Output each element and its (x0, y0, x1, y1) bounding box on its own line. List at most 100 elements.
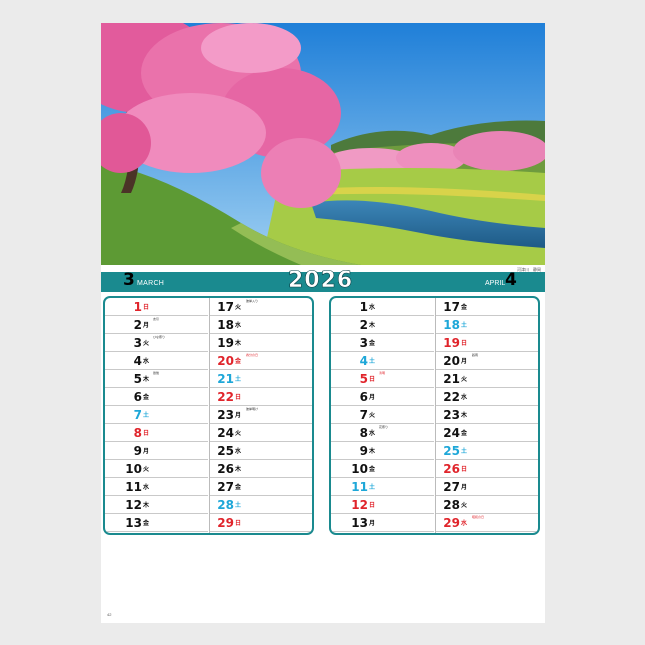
calendar-sheet: 河津川 静岡 3 MARCH 2026 APRIL 4 1 日 2 月友引 3 火ひな祭り… (101, 23, 545, 623)
day-row: 28 土 (210, 496, 312, 514)
march-days-1-16: 1日2月友引3火ひな祭り4水5木啓蟄6金7土8日9月10火11水12木13金14… (105, 298, 208, 533)
day-number: 21 (217, 372, 234, 386)
weekday-label: 月 (369, 521, 376, 527)
day-row: 28 火 (436, 496, 538, 514)
weekday-label: 日 (461, 467, 468, 473)
day-number: 19 (443, 336, 460, 350)
day-row: 8 水花祭り (331, 424, 434, 442)
day-number: 1 (133, 300, 142, 314)
day-number: 10 (125, 462, 142, 476)
weekday-label: 木 (143, 503, 150, 509)
weekday-label: 火 (461, 377, 468, 383)
day-row: 3 火ひな祭り (105, 334, 208, 352)
day-number: 3 (359, 336, 368, 350)
weekday-label: 水 (461, 395, 468, 401)
day-row: 11 水 (105, 478, 208, 496)
day-number: 4 (359, 354, 368, 368)
weekday-label: 金 (369, 467, 376, 473)
weekday-label: 日 (143, 305, 150, 311)
day-row: 27 金 (210, 478, 312, 496)
weekday-label: 土 (461, 323, 468, 329)
day-row: 6月 (331, 388, 434, 406)
weekday-label: 日 (143, 431, 150, 437)
day-note: 彼岸入り (246, 299, 259, 303)
weekday-label: 月 (461, 485, 468, 491)
day-note: 春分の日 (246, 353, 259, 357)
april-days-1-16: 1水2木3金4土5日清明6月7火8水花祭り9木10金11土12日13月14火15… (331, 298, 434, 533)
day-number: 19 (217, 336, 234, 350)
day-row: 29 日 (210, 514, 312, 532)
day-number: 17 (217, 300, 234, 314)
day-number: 12 (125, 498, 142, 512)
weekday-label: 月 (235, 413, 242, 419)
day-row: 27 月 (436, 478, 538, 496)
day-number: 2 (133, 318, 142, 332)
page-number: 42 (107, 612, 112, 617)
day-row: 1日 (105, 298, 208, 316)
day-number: 27 (443, 480, 460, 494)
day-row: 2木 (331, 316, 434, 334)
weekday-label: 金 (461, 431, 468, 437)
weekday-label: 土 (369, 485, 376, 491)
march-calendar: 1日2月友引3火ひな祭り4水5木啓蟄6金7土8日9月10火11水12木13金14… (103, 296, 314, 535)
weekday-label: 日 (235, 521, 242, 527)
day-note: 彼岸明け (246, 407, 259, 411)
day-note: 穀雨 (472, 353, 479, 357)
day-note: ひな祭り (153, 335, 166, 339)
day-row: 5 日清明 (331, 370, 434, 388)
day-number: 8 (359, 426, 368, 440)
day-number: 28 (443, 498, 460, 512)
day-row: 1水 (331, 298, 434, 316)
weekday-label: 木 (235, 341, 242, 347)
day-row: 20 金春分の日 (210, 352, 312, 370)
weekday-label: 水 (235, 323, 242, 329)
day-row: 18 土 (436, 316, 538, 334)
weekday-label: 日 (461, 341, 468, 347)
weekday-label: 金 (143, 521, 150, 527)
day-number: 24 (443, 426, 460, 440)
day-number: 6 (359, 390, 368, 404)
day-row: 9木 (331, 442, 434, 460)
day-row: 17 金 (436, 298, 538, 316)
weekday-label: 水 (235, 449, 242, 455)
weekday-label: 水 (143, 485, 150, 491)
weekday-label: 土 (143, 413, 150, 419)
day-number: 9 (133, 444, 142, 458)
april-label: APRIL (485, 280, 506, 287)
day-number: 26 (217, 462, 234, 476)
day-row: 12 日 (331, 496, 434, 514)
day-row: 21 土 (210, 370, 312, 388)
day-row: 8日 (105, 424, 208, 442)
day-number: 14 (346, 534, 368, 535)
day-number: 11 (125, 480, 142, 494)
day-number: 18 (217, 318, 234, 332)
day-row: 11 土 (331, 478, 434, 496)
day-number: 30 (438, 534, 460, 535)
weekday-label: 火 (369, 413, 376, 419)
weekday-label: 金 (143, 395, 150, 401)
weekday-label: 土 (235, 503, 242, 509)
day-row: 22 水 (436, 388, 538, 406)
day-number: 13 (125, 516, 142, 530)
day-row: 5 木啓蟄 (105, 370, 208, 388)
day-number: 23 (217, 408, 234, 422)
weekday-label: 金 (369, 341, 376, 347)
day-row: 14火 (331, 532, 434, 535)
weekday-label: 金 (235, 485, 242, 491)
day-number: 13 (351, 516, 368, 530)
day-number: 9 (359, 444, 368, 458)
day-note: 清明 (379, 371, 386, 375)
day-row: 13 月 (331, 514, 434, 532)
weekday-label: 火 (143, 341, 150, 347)
day-number: 17 (443, 300, 460, 314)
weekday-label: 火 (143, 467, 150, 473)
weekday-label: 水 (461, 521, 468, 527)
april-calendar: 1水2木3金4土5日清明6月7火8水花祭り9木10金11土12日13月14火15… (329, 296, 540, 535)
march-label: MARCH (137, 280, 165, 287)
day-number: 20 (443, 354, 460, 368)
day-row: 24 火 (210, 424, 312, 442)
cherry-blossom-photo (101, 23, 545, 265)
day-row: 4水 (105, 352, 208, 370)
day-row: 19 木 (210, 334, 312, 352)
weekday-label: 月 (143, 323, 150, 329)
